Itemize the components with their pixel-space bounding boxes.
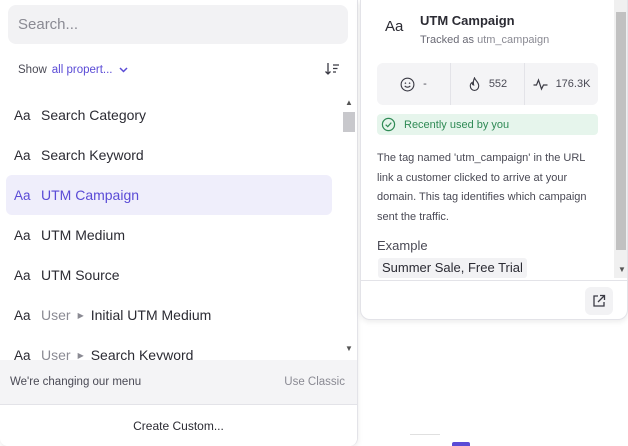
stats-bar: - 552 176.3K (377, 63, 598, 105)
activity-icon (533, 77, 548, 91)
activity-stat: 176.3K (525, 63, 598, 105)
list-item[interactable]: Aa UTM Medium (6, 215, 332, 255)
external-link-icon (593, 294, 606, 307)
list-item[interactable]: Aa User ▶ Search Keyword (6, 335, 332, 360)
banner-message: We're changing our menu (10, 376, 142, 388)
item-label: UTM Medium (41, 227, 126, 243)
recently-used-badge: Recently used by you (377, 114, 598, 135)
scroll-down-icon[interactable]: ▼ (618, 265, 626, 274)
text-type-icon: Aa (14, 107, 31, 123)
text-type-icon: Aa (14, 267, 31, 283)
activity-value: 176.3K (555, 78, 591, 90)
caret-right-icon: ▶ (77, 350, 84, 360)
menu-change-banner: We're changing our menu Use Classic (0, 360, 357, 404)
use-classic-link[interactable]: Use Classic (284, 376, 345, 388)
flame-icon (469, 76, 480, 91)
scroll-down-icon[interactable]: ▼ (345, 344, 353, 353)
popularity-stat: 552 (451, 63, 525, 105)
text-type-icon: Aa (14, 307, 31, 323)
clock-check-icon (381, 117, 396, 132)
detail-scrollbar[interactable]: ▼ (614, 0, 627, 278)
popularity-value: 552 (488, 78, 508, 90)
caret-right-icon: ▶ (77, 310, 84, 320)
list-item[interactable]: Aa Search Category (6, 95, 332, 135)
scroll-thumb[interactable] (343, 112, 355, 132)
list-scrollbar[interactable]: ▲ ▼ (342, 96, 356, 358)
sort-icon[interactable] (324, 62, 340, 76)
item-label: UTM Campaign (41, 187, 140, 203)
property-picker: Show all propert... Aa Search Category A… (0, 0, 358, 446)
example-heading: Example (377, 238, 428, 253)
detail-title: UTM Campaign (420, 13, 515, 28)
text-type-icon: Aa (385, 18, 404, 35)
search-input[interactable] (18, 16, 338, 33)
recent-label: Recently used by you (404, 118, 510, 131)
chevron-down-icon[interactable] (118, 65, 128, 76)
item-label: Initial UTM Medium (90, 307, 212, 323)
list-item-selected[interactable]: Aa UTM Campaign (6, 175, 332, 215)
divider (410, 434, 440, 435)
item-label: Search Keyword (41, 147, 144, 163)
list-item[interactable]: Aa Search Keyword (6, 135, 332, 175)
smiley-icon (400, 77, 415, 91)
emoji-stat: - (377, 63, 451, 105)
search-box[interactable] (8, 5, 348, 44)
item-label: Search Keyword (90, 347, 194, 360)
property-list: Aa Search Category Aa Search Keyword Aa … (0, 95, 342, 360)
text-type-icon: Aa (14, 187, 31, 203)
open-details-button[interactable] (585, 287, 613, 315)
list-item[interactable]: Aa UTM Source (6, 255, 332, 295)
create-custom-button[interactable]: Create Custom... (0, 404, 357, 446)
show-label: Show (18, 64, 47, 76)
list-item[interactable]: Aa User ▶ Initial UTM Medium (6, 295, 332, 335)
item-label: UTM Source (41, 267, 120, 283)
tracked-as: Tracked as utm_campaign (420, 34, 550, 46)
filter-dropdown[interactable]: all propert... (52, 64, 113, 76)
property-detail-card: Aa UTM Campaign Tracked as utm_campaign … (360, 0, 628, 320)
emoji-value: - (423, 78, 427, 90)
item-prefix: User (41, 307, 71, 323)
filter-row: Show all propert... (18, 60, 340, 80)
property-description: The tag named 'utm_campaign' in the URL … (377, 152, 587, 223)
example-value: Summer Sale, Free Trial (378, 258, 527, 278)
text-type-icon: Aa (14, 227, 31, 243)
scroll-thumb[interactable] (616, 12, 626, 250)
item-prefix: User (41, 347, 71, 360)
accent-indicator (452, 442, 470, 446)
scroll-up-icon[interactable]: ▲ (345, 98, 353, 107)
tracked-code: utm_campaign (477, 34, 550, 46)
divider (361, 280, 627, 281)
text-type-icon: Aa (14, 347, 31, 361)
item-label: Search Category (41, 107, 147, 123)
text-type-icon: Aa (14, 147, 31, 163)
